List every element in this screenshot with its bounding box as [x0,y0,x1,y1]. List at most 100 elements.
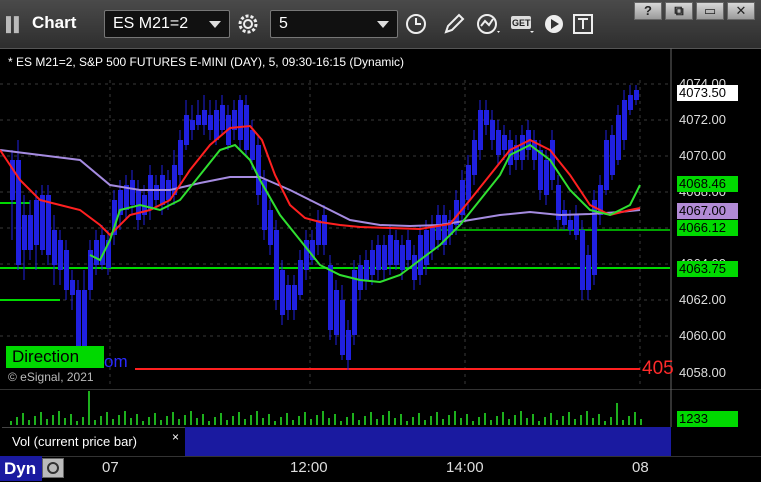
price-axis-label: 4062.00 [679,292,726,307]
candle-body [154,185,159,200]
volume-value-tag: 1233 [677,411,738,427]
volume-bar [232,416,234,425]
volume-bar [460,418,462,425]
candle-body [568,220,573,230]
price-chart[interactable] [0,48,761,390]
time-label-1200: 12:00 [290,459,328,476]
candle-body [250,130,255,160]
help-button[interactable]: ? [634,2,662,20]
candle-body [424,230,429,265]
play-icon [545,15,563,33]
candle-body [328,265,333,330]
candle-body [208,115,213,130]
volume-bar [568,412,570,425]
candle-body [214,110,219,140]
time-label-1400: 14:00 [446,459,484,476]
candle-body [574,215,579,235]
dynamic-label[interactable]: Dyn [0,456,42,481]
gear-icon [238,14,258,34]
play-button[interactable] [538,10,570,38]
app-title: Chart [32,13,77,32]
candle-body [298,260,303,295]
get-button[interactable]: GET [506,10,538,38]
volume-bar [184,415,186,425]
volume-bar [304,412,306,425]
volume-bar [310,419,312,425]
candle-body [490,120,495,140]
drag-grip-icon[interactable]: ▌▌ [6,16,24,32]
volume-bar [124,411,126,425]
volume-pane[interactable] [0,389,761,427]
volume-bar [58,411,60,425]
candle-body [466,165,471,200]
close-icon[interactable]: × [172,430,179,444]
interval-combo[interactable]: 5 [270,10,398,38]
symbol-value: ES M21=2 [113,15,189,32]
time-label-08: 08 [632,459,649,476]
price-tag: 4063.75 [677,261,738,277]
volume-bar [136,414,138,425]
volume-bar [478,417,480,425]
symbol-combo[interactable]: ES M21=2 [104,10,230,38]
volume-bar [106,412,108,425]
chart-settings-button[interactable] [42,458,64,478]
volume-bar [208,421,210,425]
candle-body [274,230,279,300]
volume-bar [628,416,630,425]
candle-body [376,245,381,270]
candle-body [412,255,417,280]
close-button[interactable]: ✕ [727,2,755,20]
maximize-button[interactable]: ▭ [696,2,724,20]
candle-body [364,260,369,280]
volume-bar [394,418,396,425]
volume-bar [316,415,318,425]
text-tool-button[interactable] [568,10,600,38]
volume-bar [118,415,120,425]
candle-body [478,110,483,150]
volume-bar [196,418,198,425]
chevron-down-icon [377,21,389,28]
candle-body [220,105,225,130]
price-axis-label: 4072.00 [679,112,726,127]
volume-bar [172,412,174,425]
candle-body [394,240,399,265]
candle-body [388,235,393,265]
price-axis-label: 4060.00 [679,328,726,343]
volume-bar [88,391,90,425]
volume-bar [592,418,594,425]
volume-bar [334,414,336,425]
copyright-watermark: © eSignal, 2021 [8,370,94,384]
draw-button[interactable] [438,10,470,38]
volume-bar [484,413,486,425]
volume-bar [472,421,474,425]
volume-bar [526,418,528,425]
volume-legend-bar [185,427,671,456]
volume-bar [574,419,576,425]
volume-bar [256,411,258,425]
volume-bar [328,418,330,425]
volume-bar [376,419,378,425]
candle-body [76,290,81,350]
volume-bar [538,421,540,425]
price-tag: 4067.00 [677,203,738,219]
volume-bar [586,411,588,425]
candle-body [436,215,441,240]
volume-bar [262,418,264,425]
volume-bar [298,416,300,425]
volume-bar [280,417,282,425]
restore-button[interactable]: ⧉ [665,2,693,20]
chart-settings-icon [47,462,59,474]
candle-body [400,245,405,270]
candle-body [430,225,435,250]
volume-bar [616,403,618,425]
time-button[interactable] [400,10,432,38]
volume-bar [514,415,516,425]
settings-button[interactable] [232,10,264,38]
candle-body [634,90,639,100]
studies-button[interactable] [472,10,504,38]
chart-info: * ES M21=2, S&P 500 FUTURES E-MINI (DAY)… [8,55,405,69]
volume-bar [46,419,48,425]
volume-bar [292,420,294,425]
volume-bar [28,420,30,425]
volume-bar [64,418,66,425]
